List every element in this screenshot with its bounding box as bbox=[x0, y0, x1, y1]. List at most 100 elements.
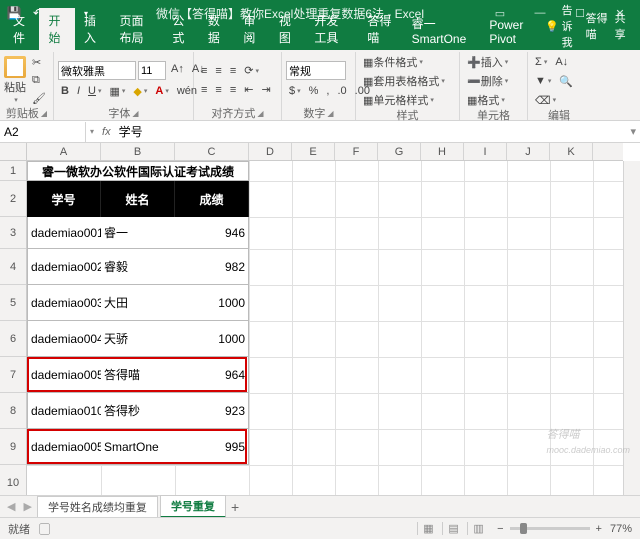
align-left-button[interactable]: ≡ bbox=[198, 82, 210, 98]
formula-bar[interactable] bbox=[115, 122, 627, 142]
tab-file[interactable]: 文件 bbox=[4, 8, 39, 50]
table-cell[interactable]: 答得喵 bbox=[101, 357, 175, 393]
find-button[interactable]: 🔍 bbox=[556, 73, 576, 89]
table-header[interactable]: 成绩 bbox=[175, 181, 249, 217]
cut-button[interactable]: ✂ bbox=[29, 54, 49, 70]
col-header[interactable]: C bbox=[175, 143, 249, 160]
col-header[interactable]: J bbox=[507, 143, 550, 160]
cell-styles-button[interactable]: ▦ 单元格样式▾ bbox=[360, 92, 437, 108]
select-all-button[interactable] bbox=[0, 143, 27, 161]
tab-view[interactable]: 视图 bbox=[270, 8, 305, 50]
col-header[interactable]: D bbox=[249, 143, 292, 160]
table-header[interactable]: 姓名 bbox=[101, 181, 175, 217]
align-bottom-button[interactable]: ≡ bbox=[227, 63, 239, 79]
table-cell[interactable]: 大田 bbox=[101, 285, 175, 321]
align-middle-button[interactable]: ≡ bbox=[212, 63, 224, 79]
table-title[interactable]: 睿一微软办公软件国际认证考试成绩 bbox=[27, 161, 249, 181]
underline-button[interactable]: U▾ bbox=[85, 83, 104, 99]
col-header[interactable]: E bbox=[292, 143, 335, 160]
copy-button[interactable]: ⧉ bbox=[29, 72, 49, 88]
col-header[interactable]: I bbox=[464, 143, 507, 160]
tell-me[interactable]: 💡告诉我 bbox=[545, 2, 580, 50]
table-cell[interactable]: dademiao003 bbox=[27, 285, 101, 321]
table-cell[interactable]: 964 bbox=[175, 357, 249, 393]
inc-decimal-button[interactable]: .0 bbox=[334, 83, 349, 99]
row-header[interactable]: 7 bbox=[0, 357, 26, 393]
name-box[interactable] bbox=[0, 122, 86, 142]
macro-record-icon[interactable]: ▢ bbox=[39, 524, 50, 536]
insert-cells-button[interactable]: ➕插入▾ bbox=[464, 54, 511, 70]
zoom-level[interactable]: 77% bbox=[610, 523, 632, 535]
font-name-combo[interactable] bbox=[58, 61, 136, 80]
tab-dademiao[interactable]: 答得喵 bbox=[358, 8, 402, 50]
row-header[interactable]: 6 bbox=[0, 321, 26, 357]
formula-expand-icon[interactable]: ▾ bbox=[626, 125, 640, 138]
view-pagebreak-icon[interactable]: ▥ bbox=[467, 522, 489, 535]
table-cell[interactable]: dademiao002 bbox=[27, 249, 101, 285]
share-button[interactable]: 共享 bbox=[615, 10, 630, 42]
borders-button[interactable]: ▦▾ bbox=[106, 83, 128, 99]
italic-button[interactable]: I bbox=[74, 83, 83, 99]
row-header[interactable]: 1 bbox=[0, 161, 26, 181]
row-header[interactable]: 4 bbox=[0, 249, 26, 285]
table-cell[interactable]: 982 bbox=[175, 249, 249, 285]
zoom-in-button[interactable]: + bbox=[596, 523, 602, 535]
tab-home[interactable]: 开始 bbox=[39, 8, 74, 50]
row-header[interactable]: 2 bbox=[0, 181, 26, 217]
clipboard-dialog-icon[interactable]: ◢ bbox=[41, 109, 47, 118]
sheet-tab-1[interactable]: 学号姓名成绩均重复 bbox=[37, 496, 158, 517]
font-size-combo[interactable] bbox=[138, 61, 166, 80]
table-cell[interactable]: dademiao010 bbox=[27, 393, 101, 429]
number-format-combo[interactable] bbox=[286, 61, 346, 80]
table-cell[interactable]: 1000 bbox=[175, 285, 249, 321]
row-header[interactable]: 5 bbox=[0, 285, 26, 321]
comma-button[interactable]: , bbox=[323, 83, 332, 99]
table-cell[interactable]: 睿毅 bbox=[101, 249, 175, 285]
font-dialog-icon[interactable]: ◢ bbox=[132, 109, 138, 118]
row-header[interactable]: 9 bbox=[0, 429, 26, 465]
sheet-nav-prev[interactable]: ◀ bbox=[4, 500, 18, 513]
sheet-nav-next[interactable]: ▶ bbox=[20, 500, 34, 513]
paste-button[interactable]: 粘贴▾ bbox=[4, 54, 26, 104]
align-right-button[interactable]: ≡ bbox=[227, 82, 239, 98]
table-cell[interactable]: 946 bbox=[175, 217, 249, 249]
bold-button[interactable]: B bbox=[58, 83, 72, 99]
row-header[interactable]: 3 bbox=[0, 217, 26, 249]
conditional-format-button[interactable]: ▦ 条件格式▾ bbox=[360, 54, 426, 70]
table-cell[interactable]: 995 bbox=[175, 429, 249, 465]
zoom-out-button[interactable]: − bbox=[497, 523, 503, 535]
col-header[interactable]: K bbox=[550, 143, 593, 160]
dademiao-addin[interactable]: 答得喵 bbox=[586, 10, 609, 42]
align-dialog-icon[interactable]: ◢ bbox=[257, 109, 263, 118]
percent-button[interactable]: % bbox=[306, 83, 322, 99]
font-color-button[interactable]: A▾ bbox=[152, 83, 171, 99]
fill-button[interactable]: ▼▾ bbox=[532, 73, 554, 89]
delete-cells-button[interactable]: ➖删除▾ bbox=[464, 73, 511, 89]
orientation-button[interactable]: ⟳▾ bbox=[241, 63, 262, 79]
table-cell[interactable]: dademiao004 bbox=[27, 321, 101, 357]
tab-insert[interactable]: 插入 bbox=[75, 8, 110, 50]
increase-font-button[interactable]: A↑ bbox=[168, 61, 187, 77]
align-center-button[interactable]: ≡ bbox=[212, 82, 224, 98]
table-cell[interactable]: dademiao001 bbox=[27, 217, 101, 249]
align-top-button[interactable]: ≡ bbox=[198, 63, 210, 79]
table-cell[interactable]: SmartOne bbox=[101, 429, 175, 465]
col-header[interactable]: H bbox=[421, 143, 464, 160]
indent-dec-button[interactable]: ⇤ bbox=[241, 82, 256, 98]
col-header[interactable]: F bbox=[335, 143, 378, 160]
format-painter-button[interactable]: 🖌 bbox=[29, 90, 49, 106]
table-cell[interactable]: dademiao005 bbox=[27, 429, 101, 465]
col-header[interactable]: A bbox=[27, 143, 101, 160]
tab-smartone[interactable]: 睿一 SmartOne bbox=[403, 11, 481, 50]
table-header[interactable]: 学号 bbox=[27, 181, 101, 217]
format-cells-button[interactable]: ▦格式▾ bbox=[464, 92, 508, 108]
clear-button[interactable]: ⌫▾ bbox=[532, 92, 559, 108]
row-header[interactable]: 10 bbox=[0, 465, 26, 495]
fx-icon[interactable]: fx bbox=[98, 126, 115, 138]
table-cell[interactable]: 睿一 bbox=[101, 217, 175, 249]
namebox-dropdown-icon[interactable]: ▾ bbox=[86, 127, 98, 136]
table-cell[interactable]: 天骄 bbox=[101, 321, 175, 357]
table-cell[interactable]: 答得秒 bbox=[101, 393, 175, 429]
new-sheet-button[interactable]: + bbox=[228, 499, 242, 515]
tab-data[interactable]: 数据 bbox=[199, 8, 234, 50]
